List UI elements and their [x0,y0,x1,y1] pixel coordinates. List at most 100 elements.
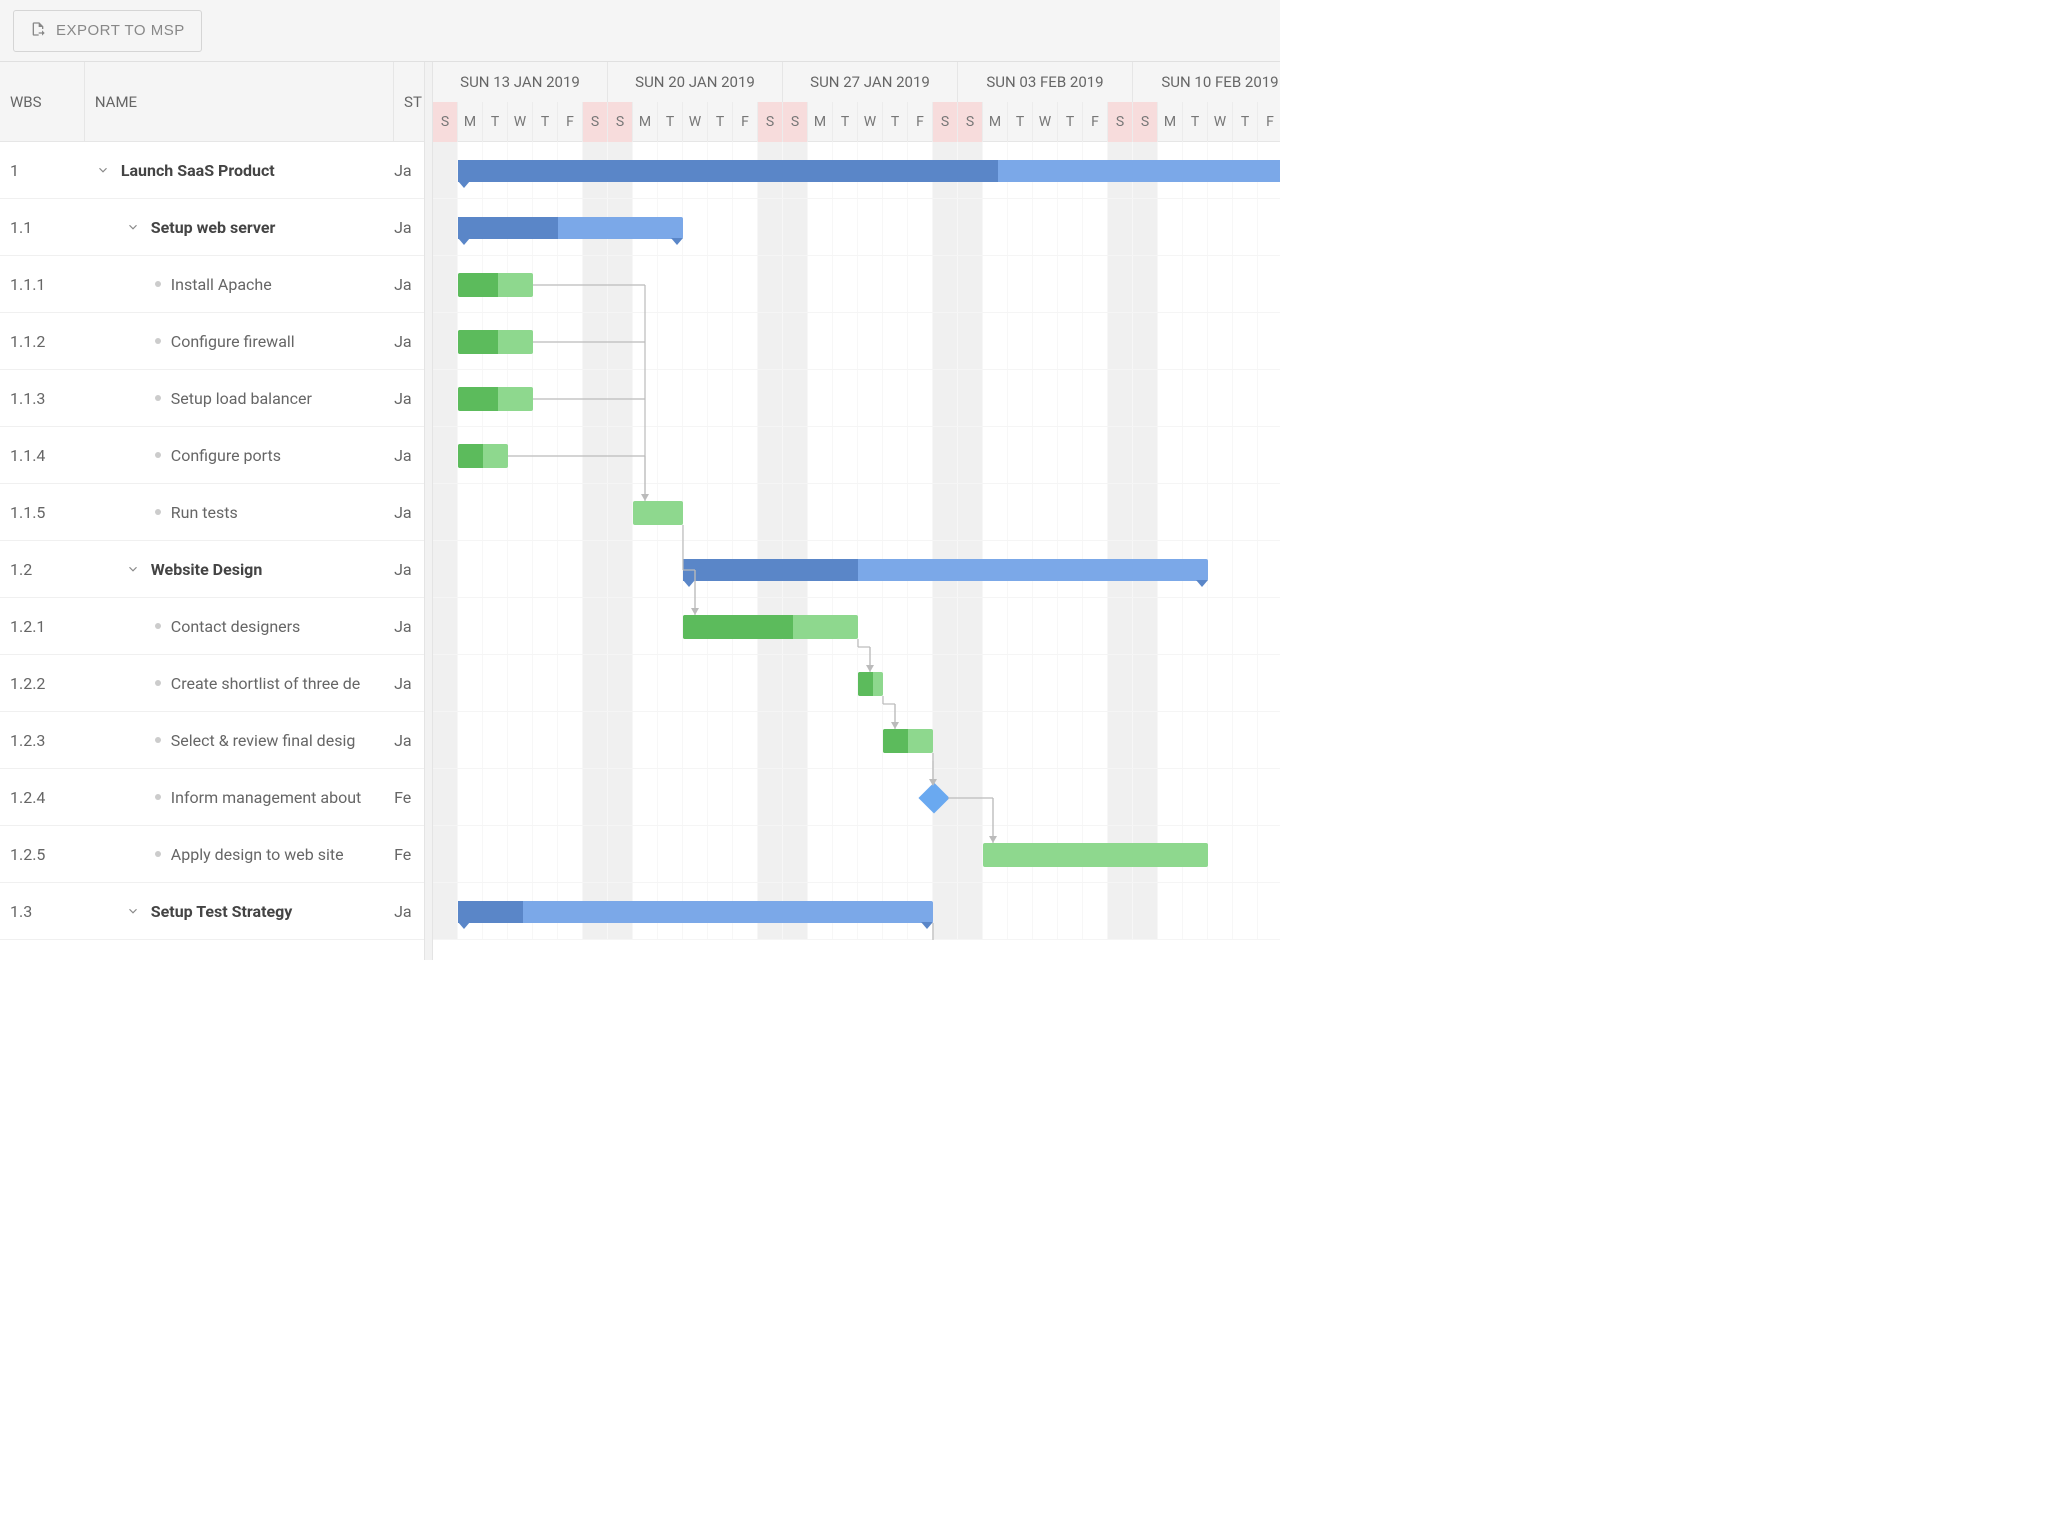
task-name: Configure firewall [171,332,295,351]
name-cell[interactable]: Website Design [85,560,394,579]
name-cell[interactable]: Inform management about [85,788,394,807]
wbs-cell: 1.1.3 [0,389,85,408]
gantt-row[interactable] [433,313,1280,370]
column-name[interactable]: NAME [85,62,394,141]
gantt-row[interactable] [433,256,1280,313]
day-header: M [1158,102,1183,142]
progress-fill [458,387,498,411]
name-cell[interactable]: Launch SaaS Product [85,161,394,180]
summary-bar[interactable] [458,901,933,923]
gantt-row[interactable] [433,484,1280,541]
table-row[interactable]: 1.1Setup web serverJa [0,199,424,256]
table-row[interactable]: 1.1.5Run testsJa [0,484,424,541]
table-row[interactable]: 1Launch SaaS ProductJa [0,142,424,199]
task-bar[interactable] [883,729,933,753]
gantt-row[interactable] [433,598,1280,655]
table-row[interactable]: 1.1.4Configure portsJa [0,427,424,484]
gantt-row[interactable] [433,370,1280,427]
progress-fill [458,330,498,354]
gantt-row[interactable] [433,883,1280,940]
table-row[interactable]: 1.2.4Inform management aboutFe [0,769,424,826]
day-header: T [483,102,508,142]
table-row[interactable]: 1.3Setup Test StrategyJa [0,883,424,940]
export-button[interactable]: EXPORT TO MSP [13,10,202,52]
task-bar[interactable] [458,273,533,297]
task-bar[interactable] [633,501,683,525]
column-start[interactable]: ST [394,62,424,141]
gantt-row[interactable] [433,769,1280,826]
day-header: S [1133,102,1158,142]
name-cell[interactable]: Run tests [85,503,394,522]
progress-fill [458,160,998,182]
task-bar[interactable] [683,615,858,639]
column-wbs[interactable]: WBS [0,62,85,141]
table-row[interactable]: 1.2.3Select & review final desigJa [0,712,424,769]
name-cell[interactable]: Contact designers [85,617,394,636]
start-cell: Ja [394,503,424,522]
bullet-icon [155,851,161,857]
gantt-row[interactable] [433,541,1280,598]
table-row[interactable]: 1.1.1Install ApacheJa [0,256,424,313]
summary-bar[interactable] [683,559,1208,581]
task-bar[interactable] [983,843,1208,867]
start-cell: Ja [394,674,424,693]
name-cell[interactable]: Select & review final desig [85,731,394,750]
chevron-down-icon[interactable] [125,219,141,235]
table-row[interactable]: 1.2.5Apply design to web siteFe [0,826,424,883]
name-cell[interactable]: Apply design to web site [85,845,394,864]
table-row[interactable]: 1.2.2Create shortlist of three deJa [0,655,424,712]
gantt-row[interactable] [433,427,1280,484]
day-header: W [858,102,883,142]
chevron-down-icon[interactable] [95,162,111,178]
task-name: Select & review final desig [171,731,356,750]
day-header: F [558,102,583,142]
timeline-body[interactable] [433,142,1280,940]
splitter[interactable] [425,62,433,960]
table-row[interactable]: 1.1.2Configure firewallJa [0,313,424,370]
name-cell[interactable]: Create shortlist of three de [85,674,394,693]
chevron-down-icon[interactable] [125,903,141,919]
bullet-icon [155,623,161,629]
bullet-icon [155,737,161,743]
task-bar[interactable] [458,387,533,411]
day-header: T [1008,102,1033,142]
table-row[interactable]: 1.2.1Contact designersJa [0,598,424,655]
day-header: M [808,102,833,142]
name-cell[interactable]: Configure firewall [85,332,394,351]
chevron-down-icon[interactable] [125,561,141,577]
task-name: Apply design to web site [171,845,344,864]
wbs-cell: 1.3 [0,902,85,921]
name-cell[interactable]: Setup web server [85,218,394,237]
gantt-row[interactable] [433,655,1280,712]
task-name: Setup Test Strategy [151,902,293,921]
name-cell[interactable]: Setup load balancer [85,389,394,408]
export-label: EXPORT TO MSP [56,22,185,39]
table-row[interactable]: 1.1.3Setup load balancerJa [0,370,424,427]
summary-bar[interactable] [458,217,683,239]
gantt-row[interactable] [433,826,1280,883]
progress-fill [458,444,483,468]
task-bar[interactable] [458,444,508,468]
gantt-row[interactable] [433,142,1280,199]
start-cell: Ja [394,731,424,750]
progress-fill [683,559,858,581]
bullet-icon [155,395,161,401]
name-cell[interactable]: Install Apache [85,275,394,294]
name-cell[interactable]: Configure ports [85,446,394,465]
bullet-icon [155,452,161,458]
task-bar[interactable] [858,672,883,696]
gantt-row[interactable] [433,712,1280,769]
gantt-row[interactable] [433,199,1280,256]
task-name: Setup web server [151,218,276,237]
name-cell[interactable]: Setup Test Strategy [85,902,394,921]
day-header: S [608,102,633,142]
day-header: S [1108,102,1133,142]
task-name: Install Apache [171,275,272,294]
milestone[interactable] [918,782,949,813]
timeline[interactable]: SUN 13 JAN 2019SUN 20 JAN 2019SUN 27 JAN… [433,62,1280,960]
task-bar[interactable] [458,330,533,354]
table-row[interactable]: 1.2Website DesignJa [0,541,424,598]
task-name: Contact designers [171,617,301,636]
summary-bar[interactable] [458,160,1280,182]
week-header: SUN 27 JAN 2019 [783,62,958,102]
